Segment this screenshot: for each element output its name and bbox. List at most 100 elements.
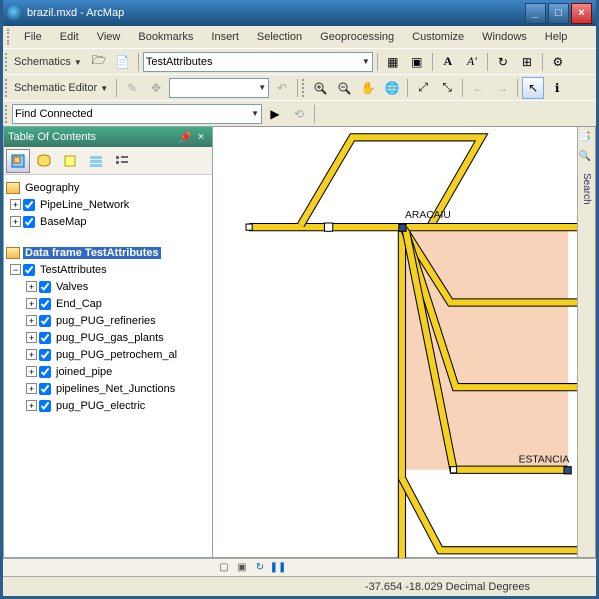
layer-electric[interactable]: +pug_PUG_electric <box>6 397 210 414</box>
list-by-source-icon[interactable] <box>32 149 56 173</box>
data-view-icon[interactable]: ▢ <box>217 561 231 575</box>
extent-icon[interactable]: ▣ <box>406 51 428 73</box>
zoom-in-icon[interactable] <box>309 77 331 99</box>
layer-checkbox[interactable] <box>39 349 51 361</box>
layer-valves[interactable]: +Valves <box>6 278 210 295</box>
search-tab[interactable]: Search <box>581 173 592 205</box>
schematic-combo[interactable]: TestAttributes▼ <box>143 52 373 72</box>
new-schematic-icon[interactable]: 📄 <box>112 51 134 73</box>
expand-icon[interactable]: + <box>26 349 37 360</box>
schematic-diagram[interactable]: ARACAIU ESTANCIA <box>213 127 595 558</box>
app-window: brazil.mxd - ArcMap _ □ × File Edit View… <box>0 0 599 599</box>
layer-checkbox[interactable] <box>39 332 51 344</box>
expand-icon[interactable]: + <box>26 383 37 394</box>
expand-icon[interactable]: + <box>26 366 37 377</box>
move-icon: ✥ <box>145 77 167 99</box>
identify-icon[interactable]: ℹ <box>546 77 568 99</box>
pin-icon[interactable]: 📌 <box>178 130 192 144</box>
zoom-to-sel-icon[interactable]: ⤢ <box>412 77 434 99</box>
layer-checkbox[interactable] <box>23 199 35 211</box>
editor-combo[interactable]: ▼ <box>169 78 269 98</box>
expand-icon[interactable]: + <box>26 315 37 326</box>
open-schematic-icon[interactable]: 🗁 <box>88 51 110 73</box>
search-icon[interactable]: 🔍 <box>579 151 595 167</box>
menu-view[interactable]: View <box>89 29 129 45</box>
schematics-menu[interactable]: Schematics ▼ <box>12 56 86 68</box>
menu-customize[interactable]: Customize <box>404 29 472 45</box>
menu-geoprocessing[interactable]: Geoprocessing <box>312 29 402 45</box>
toc-panel: Table Of Contents 📌 × Geography +PipeLin… <box>3 126 213 558</box>
grip-icon[interactable] <box>5 53 10 71</box>
layer-checkbox[interactable] <box>39 383 51 395</box>
pan-icon[interactable]: ✋ <box>357 77 379 99</box>
findconnected-combo[interactable]: Find Connected▼ <box>12 104 262 124</box>
menu-help[interactable]: Help <box>537 29 576 45</box>
options-icon[interactable] <box>110 149 134 173</box>
zoom-out-icon[interactable] <box>333 77 355 99</box>
layer-end-cap[interactable]: +End_Cap <box>6 295 210 312</box>
collapse-icon[interactable]: − <box>10 264 21 275</box>
menu-edit[interactable]: Edit <box>52 29 87 45</box>
layout-view-icon[interactable]: ▣ <box>235 561 249 575</box>
group-testattributes[interactable]: −TestAttributes <box>6 261 210 278</box>
config-icon[interactable]: ⚙ <box>547 51 569 73</box>
menubar: File Edit View Bookmarks Insert Selectio… <box>3 26 596 48</box>
list-by-selection-icon[interactable] <box>84 149 108 173</box>
layer-checkbox[interactable] <box>39 400 51 412</box>
maximize-button[interactable]: □ <box>548 3 569 24</box>
refresh-view-icon[interactable]: ↻ <box>253 561 267 575</box>
layer-checkbox[interactable] <box>23 264 35 276</box>
bold-icon[interactable]: A <box>437 51 459 73</box>
layer-basemap[interactable]: +BaseMap <box>6 213 210 230</box>
grip-icon[interactable] <box>7 29 12 45</box>
select-all-icon[interactable]: ▦ <box>382 51 404 73</box>
tree-icon[interactable]: ⊞ <box>516 51 538 73</box>
expand-icon[interactable]: + <box>26 400 37 411</box>
expand-icon[interactable]: + <box>26 298 37 309</box>
expand-icon[interactable]: + <box>26 281 37 292</box>
layer-joined-pipe[interactable]: +joined_pipe <box>6 363 210 380</box>
grip-icon[interactable] <box>5 79 10 97</box>
layer-checkbox[interactable] <box>39 315 51 327</box>
menu-insert[interactable]: Insert <box>203 29 247 45</box>
layer-net-junctions[interactable]: +pipelines_Net_Junctions <box>6 380 210 397</box>
italic-icon[interactable]: A' <box>461 51 483 73</box>
schematic-editor-menu[interactable]: Schematic Editor ▼ <box>12 82 112 94</box>
menu-windows[interactable]: Windows <box>474 29 535 45</box>
grip-icon[interactable] <box>5 105 10 123</box>
layer-checkbox[interactable] <box>23 216 35 228</box>
full-extent-icon[interactable]: 🌐 <box>381 77 403 99</box>
close-panel-icon[interactable]: × <box>194 130 208 144</box>
expand-icon[interactable]: + <box>10 199 21 210</box>
map-view[interactable]: ARACAIU ESTANCIA 📑 🔍 Search <box>213 126 596 558</box>
layer-gas-plants[interactable]: +pug_PUG_gas_plants <box>6 329 210 346</box>
refresh-icon[interactable]: ↻ <box>492 51 514 73</box>
catalog-icon[interactable]: 📑 <box>579 131 595 147</box>
expand-icon[interactable]: + <box>26 332 37 343</box>
grip-icon[interactable] <box>302 79 307 97</box>
titlebar[interactable]: brazil.mxd - ArcMap _ □ × <box>3 0 596 26</box>
toc-header[interactable]: Table Of Contents 📌 × <box>4 127 212 147</box>
layer-refineries[interactable]: +pug_PUG_refineries <box>6 312 210 329</box>
data-frame-testattributes[interactable]: Data frame TestAttributes <box>6 244 210 261</box>
menu-selection[interactable]: Selection <box>249 29 310 45</box>
layer-petrochem[interactable]: +pug_PUG_petrochem_al <box>6 346 210 363</box>
menu-bookmarks[interactable]: Bookmarks <box>130 29 201 45</box>
close-button[interactable]: × <box>571 3 592 24</box>
data-frame-geography[interactable]: Geography <box>6 179 210 196</box>
toc-tree[interactable]: Geography +PipeLine_Network +BaseMap Dat… <box>4 175 212 557</box>
list-by-drawing-icon[interactable] <box>6 149 30 173</box>
layer-checkbox[interactable] <box>39 366 51 378</box>
clear-sel-icon[interactable]: ⤡ <box>436 77 458 99</box>
pause-draw-icon[interactable]: ❚❚ <box>271 561 285 575</box>
menu-file[interactable]: File <box>16 29 50 45</box>
layer-checkbox[interactable] <box>39 281 51 293</box>
layer-checkbox[interactable] <box>39 298 51 310</box>
select-elements-icon[interactable]: ↖ <box>522 77 544 99</box>
layer-pipeline-network[interactable]: +PipeLine_Network <box>6 196 210 213</box>
run-trace-icon[interactable]: ▶ <box>264 103 286 125</box>
list-by-visibility-icon[interactable] <box>58 149 82 173</box>
minimize-button[interactable]: _ <box>525 3 546 24</box>
toc-toolbar <box>4 147 212 175</box>
expand-icon[interactable]: + <box>10 216 21 227</box>
